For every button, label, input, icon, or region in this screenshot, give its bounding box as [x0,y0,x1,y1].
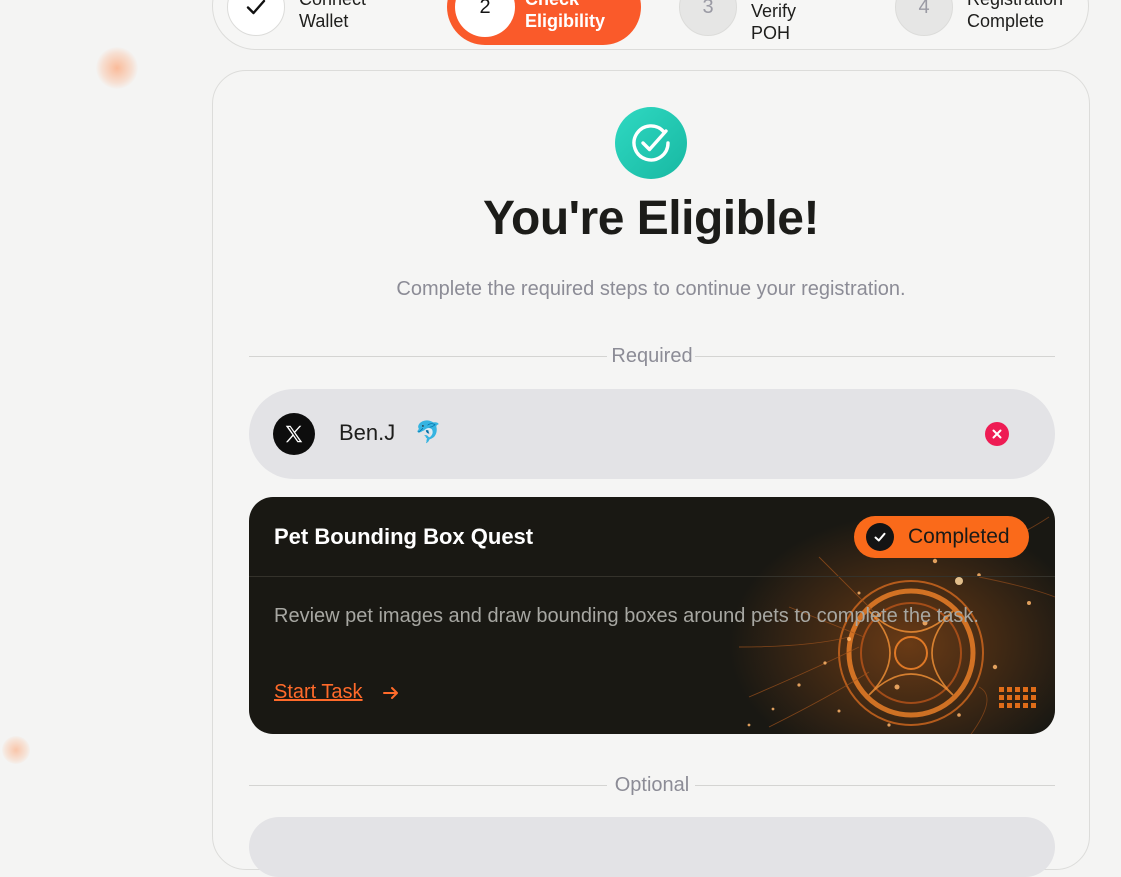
required-label: Required [611,345,693,367]
check-icon [866,523,894,551]
account-name: Ben.J [339,420,396,445]
step-label: Check Eligibility [525,0,606,31]
status-badge: Completed [854,516,1029,558]
step-number: 2 [455,0,515,37]
arrow-right-icon[interactable] [381,683,401,703]
quest-card: Pet Bounding Box Quest Completed Review … [249,497,1055,734]
page-title: You're Eligible! [483,192,819,245]
progress-stepper: Connect Wallet 2 Check Eligibility 3 Ver… [212,0,1089,50]
x-account-row: Ben.J 🐬 [249,389,1055,479]
check-circle-icon [615,107,687,179]
optional-item[interactable] [249,817,1055,877]
optional-divider: Optional [249,774,1055,796]
required-divider: Required [249,345,1055,367]
quest-title: Pet Bounding Box Quest [274,524,534,549]
divider [249,576,1055,577]
optional-label: Optional [614,774,690,796]
start-task-link[interactable]: Start Task [274,681,363,704]
step-number: 4 [895,0,953,36]
step-check-eligibility[interactable]: 2 Check Eligibility [447,0,641,45]
quest-description: Review pet images and draw bounding boxe… [274,605,979,627]
x-logo-icon [273,413,315,455]
step-label: Registration Complete [967,0,1063,31]
eligibility-card: You're Eligible! Complete the required s… [212,70,1090,877]
dolphin-icon: 🐬 [415,421,442,444]
decorative-glow [2,736,30,764]
step-label: Connect Wallet [299,0,366,31]
check-icon [246,0,266,15]
close-icon [992,429,1002,439]
decorative-glow [96,47,138,89]
status-label: Completed [908,525,1010,548]
step-number: 3 [679,0,737,36]
step-done-circle [227,0,285,36]
remove-account-button[interactable] [985,422,1009,446]
page-subtitle: Complete the required steps to continue … [396,278,906,300]
step-label: Verify POH [751,1,797,43]
